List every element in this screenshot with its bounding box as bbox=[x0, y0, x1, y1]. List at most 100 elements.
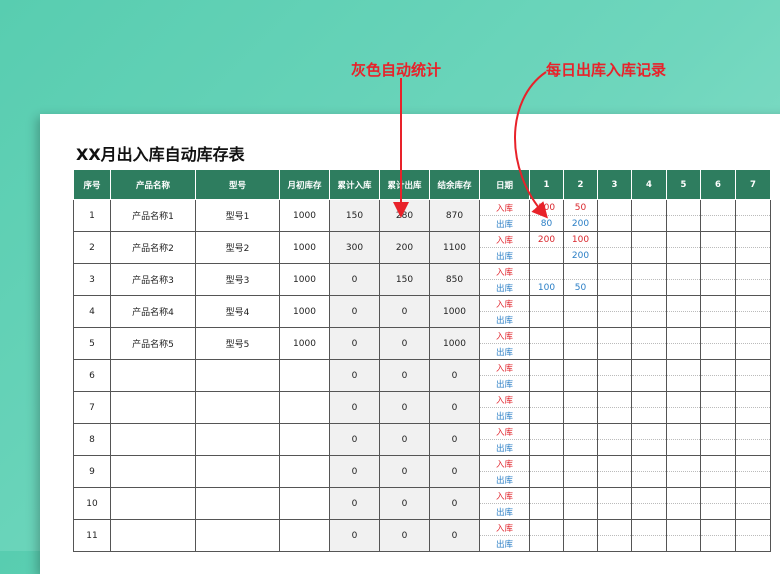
day-in-cell[interactable] bbox=[597, 455, 632, 472]
cell-opening[interactable]: 1000 bbox=[279, 199, 330, 232]
day-out-cell[interactable] bbox=[700, 279, 736, 296]
cell-balance[interactable]: 870 bbox=[429, 199, 480, 232]
cell-model[interactable] bbox=[195, 519, 280, 552]
cell-no[interactable]: 9 bbox=[73, 455, 111, 488]
cell-total-out[interactable]: 0 bbox=[379, 327, 430, 360]
day-out-cell[interactable] bbox=[666, 535, 701, 552]
cell-name[interactable] bbox=[110, 359, 196, 392]
cell-balance[interactable]: 1000 bbox=[429, 295, 480, 328]
cell-balance[interactable]: 0 bbox=[429, 391, 480, 424]
day-in-cell[interactable] bbox=[597, 391, 632, 408]
day-in-cell[interactable] bbox=[529, 455, 564, 472]
cell-opening[interactable] bbox=[279, 455, 330, 488]
cell-total-out[interactable]: 0 bbox=[379, 295, 430, 328]
cell-no[interactable]: 1 bbox=[73, 199, 111, 232]
day-in-cell[interactable] bbox=[597, 327, 632, 344]
header-no[interactable]: 序号 bbox=[73, 169, 111, 200]
cell-opening[interactable] bbox=[279, 519, 330, 552]
day-out-cell[interactable] bbox=[631, 375, 667, 392]
day-out-cell[interactable] bbox=[529, 439, 564, 456]
cell-total-out[interactable]: 150 bbox=[379, 263, 430, 296]
cell-no[interactable]: 10 bbox=[73, 487, 111, 520]
day-in-cell[interactable] bbox=[631, 391, 667, 408]
day-in-cell[interactable] bbox=[735, 423, 771, 440]
day-out-cell[interactable] bbox=[700, 471, 736, 488]
day-in-cell[interactable] bbox=[700, 295, 736, 312]
cell-name[interactable]: 产品名称4 bbox=[110, 295, 196, 328]
day-in-cell[interactable] bbox=[563, 391, 598, 408]
day-out-cell[interactable] bbox=[529, 311, 564, 328]
day-out-cell[interactable] bbox=[735, 247, 771, 264]
day-in-cell[interactable] bbox=[735, 295, 771, 312]
day-in-cell[interactable] bbox=[700, 455, 736, 472]
day-in-cell[interactable] bbox=[563, 359, 598, 376]
day-in-cell[interactable] bbox=[631, 263, 667, 280]
day-out-cell[interactable] bbox=[529, 535, 564, 552]
day-out-cell[interactable] bbox=[563, 439, 598, 456]
day-out-cell[interactable] bbox=[563, 375, 598, 392]
day-out-cell[interactable] bbox=[735, 343, 771, 360]
cell-no[interactable]: 4 bbox=[73, 295, 111, 328]
day-in-cell[interactable] bbox=[735, 263, 771, 280]
day-out-cell[interactable] bbox=[597, 439, 632, 456]
day-in-cell[interactable] bbox=[666, 423, 701, 440]
day-in-cell[interactable] bbox=[597, 519, 632, 536]
cell-balance[interactable]: 0 bbox=[429, 423, 480, 456]
header-name[interactable]: 产品名称 bbox=[110, 169, 196, 200]
day-in-cell[interactable] bbox=[529, 327, 564, 344]
cell-model[interactable]: 型号5 bbox=[195, 327, 280, 360]
cell-total-in[interactable]: 150 bbox=[329, 199, 380, 232]
day-out-cell[interactable] bbox=[631, 439, 667, 456]
cell-total-in[interactable]: 0 bbox=[329, 423, 380, 456]
day-in-cell[interactable] bbox=[735, 199, 771, 216]
day-in-cell[interactable] bbox=[631, 199, 667, 216]
day-in-cell[interactable] bbox=[735, 327, 771, 344]
day-in-cell[interactable] bbox=[529, 359, 564, 376]
day-out-cell[interactable] bbox=[666, 503, 701, 520]
cell-name[interactable] bbox=[110, 455, 196, 488]
day-out-cell[interactable] bbox=[597, 535, 632, 552]
day-out-cell[interactable] bbox=[735, 407, 771, 424]
cell-opening[interactable] bbox=[279, 487, 330, 520]
day-in-cell[interactable] bbox=[597, 231, 632, 248]
day-out-cell[interactable]: 50 bbox=[563, 279, 598, 296]
day-in-cell[interactable] bbox=[666, 263, 701, 280]
day-out-cell[interactable] bbox=[597, 311, 632, 328]
day-out-cell[interactable] bbox=[631, 311, 667, 328]
day-in-cell[interactable] bbox=[666, 519, 701, 536]
day-in-cell[interactable] bbox=[597, 295, 632, 312]
day-in-cell[interactable] bbox=[666, 391, 701, 408]
cell-name[interactable] bbox=[110, 519, 196, 552]
day-out-cell[interactable] bbox=[666, 279, 701, 296]
day-out-cell[interactable] bbox=[735, 279, 771, 296]
cell-model[interactable]: 型号3 bbox=[195, 263, 280, 296]
day-in-cell[interactable] bbox=[666, 231, 701, 248]
cell-model[interactable]: 型号1 bbox=[195, 199, 280, 232]
day-out-cell[interactable] bbox=[700, 375, 736, 392]
day-in-cell[interactable]: 100 bbox=[529, 199, 564, 216]
day-in-cell[interactable] bbox=[666, 295, 701, 312]
day-out-cell[interactable] bbox=[631, 343, 667, 360]
day-out-cell[interactable] bbox=[631, 247, 667, 264]
day-in-cell[interactable] bbox=[666, 487, 701, 504]
day-out-cell[interactable] bbox=[597, 247, 632, 264]
header-day-7[interactable]: 7 bbox=[735, 169, 771, 200]
day-out-cell[interactable] bbox=[735, 375, 771, 392]
cell-no[interactable]: 8 bbox=[73, 423, 111, 456]
day-out-cell[interactable] bbox=[631, 215, 667, 232]
day-in-cell[interactable] bbox=[700, 263, 736, 280]
day-out-cell[interactable] bbox=[735, 215, 771, 232]
cell-opening[interactable] bbox=[279, 423, 330, 456]
cell-total-in[interactable]: 0 bbox=[329, 327, 380, 360]
day-in-cell[interactable] bbox=[563, 327, 598, 344]
day-out-cell[interactable] bbox=[666, 439, 701, 456]
day-in-cell[interactable] bbox=[700, 359, 736, 376]
header-total-in[interactable]: 累计入库 bbox=[329, 169, 380, 200]
cell-model[interactable] bbox=[195, 359, 280, 392]
cell-model[interactable]: 型号2 bbox=[195, 231, 280, 264]
cell-no[interactable]: 6 bbox=[73, 359, 111, 392]
day-out-cell[interactable] bbox=[597, 471, 632, 488]
day-out-cell[interactable] bbox=[666, 343, 701, 360]
day-out-cell[interactable] bbox=[597, 343, 632, 360]
cell-name[interactable] bbox=[110, 391, 196, 424]
